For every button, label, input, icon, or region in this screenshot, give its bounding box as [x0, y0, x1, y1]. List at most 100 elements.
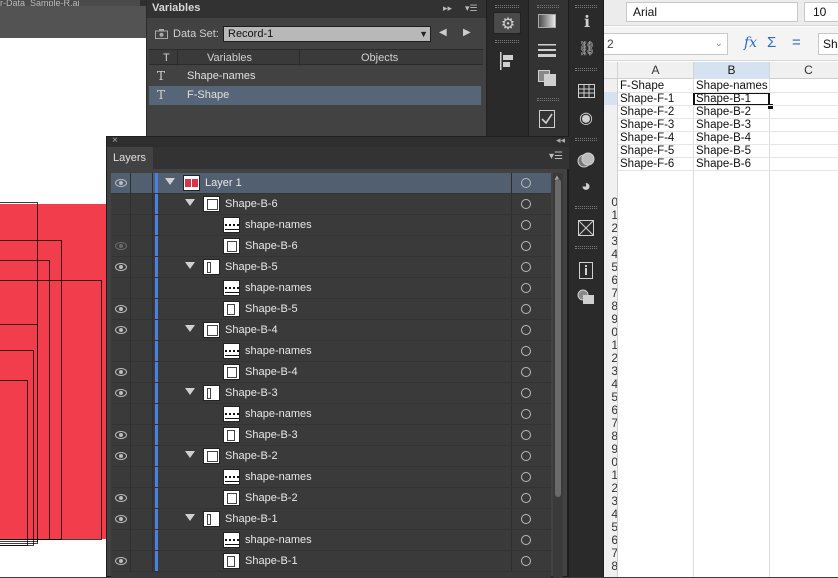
visibility-toggle[interactable]: [111, 299, 131, 319]
lock-toggle[interactable]: [131, 509, 153, 529]
target-circle-icon[interactable]: [521, 514, 531, 524]
visibility-toggle[interactable]: [111, 488, 131, 508]
expand-triangle-icon[interactable]: [165, 178, 175, 185]
visibility-toggle[interactable]: [111, 257, 131, 277]
target-circle-icon[interactable]: [521, 472, 531, 482]
equals-icon[interactable]: =: [792, 34, 801, 51]
formula-input[interactable]: Sh: [818, 33, 838, 55]
expand-triangle-icon[interactable]: [185, 514, 195, 521]
target-circle-icon[interactable]: [521, 346, 531, 356]
target-circle-icon[interactable]: [521, 535, 531, 545]
layers-scrollbar[interactable]: ▲: [553, 173, 563, 578]
checklist-icon[interactable]: [539, 110, 555, 128]
sublayer-row[interactable]: Shape-B-1: [111, 551, 551, 572]
lock-toggle[interactable]: [131, 173, 153, 193]
grip-handle[interactable]: [537, 5, 559, 8]
sublayer-row[interactable]: shape-names: [111, 215, 551, 236]
target-circle-icon[interactable]: [521, 367, 531, 377]
variables-title-bar[interactable]: Variables ▸▸ ▾☰: [147, 0, 487, 18]
pathfinder-icon[interactable]: [577, 152, 595, 168]
sublayer-row[interactable]: Shape-B-4: [111, 320, 551, 341]
font-size-field[interactable]: 10: [804, 2, 838, 22]
autosum-icon[interactable]: Σ: [767, 34, 776, 51]
target-circle-icon[interactable]: [521, 430, 531, 440]
visibility-toggle[interactable]: [111, 467, 131, 487]
tab-layers[interactable]: Layers: [107, 147, 153, 169]
expand-panel-icon[interactable]: ▸▸: [443, 3, 452, 14]
row-header[interactable]: [604, 157, 617, 170]
sublayer-row[interactable]: shape-names: [111, 530, 551, 551]
lock-toggle[interactable]: [131, 530, 153, 550]
visibility-toggle[interactable]: [111, 278, 131, 298]
appearance-icon[interactable]: ◉: [574, 108, 598, 128]
grip-handle[interactable]: [575, 5, 597, 8]
column-header-a[interactable]: A: [618, 62, 694, 79]
visibility-toggle[interactable]: [111, 425, 131, 445]
align-icon[interactable]: [499, 52, 515, 70]
row-header[interactable]: [604, 79, 617, 92]
grip-handle[interactable]: [575, 138, 597, 141]
target-circle-icon[interactable]: [521, 241, 531, 251]
sublayer-row[interactable]: Shape-B-5: [111, 257, 551, 278]
visibility-toggle[interactable]: [111, 509, 131, 529]
lock-toggle[interactable]: [131, 278, 153, 298]
sublayer-row[interactable]: Shape-B-5: [111, 299, 551, 320]
target-circle-icon[interactable]: [521, 451, 531, 461]
target-circle-icon[interactable]: [521, 556, 531, 566]
gradient-icon[interactable]: [538, 14, 556, 28]
target-circle-icon[interactable]: [521, 409, 531, 419]
column-header-c[interactable]: C: [770, 62, 838, 79]
expand-triangle-icon[interactable]: [185, 262, 195, 269]
lock-toggle[interactable]: [131, 236, 153, 256]
row-header[interactable]: [604, 170, 617, 183]
lock-toggle[interactable]: [131, 488, 153, 508]
panel-menu-icon[interactable]: ▾☰: [549, 151, 563, 162]
visibility-toggle[interactable]: [111, 404, 131, 424]
sublayer-row[interactable]: Shape-B-6: [111, 194, 551, 215]
visibility-toggle[interactable]: [111, 215, 131, 235]
lock-toggle[interactable]: [131, 257, 153, 277]
sublayer-row[interactable]: shape-names: [111, 278, 551, 299]
visibility-toggle[interactable]: [111, 362, 131, 382]
collapse-panel-icon[interactable]: ◂◂: [556, 135, 565, 146]
lock-toggle[interactable]: [131, 446, 153, 466]
expand-triangle-icon[interactable]: [185, 388, 195, 395]
document-info-icon[interactable]: [579, 262, 593, 279]
palette-icon[interactable]: ◕: [574, 178, 598, 196]
font-name-field[interactable]: Arial: [626, 2, 798, 22]
sublayer-row[interactable]: Shape-B-3: [111, 425, 551, 446]
artboard-icon[interactable]: [578, 220, 594, 236]
lock-toggle[interactable]: [131, 404, 153, 424]
expand-triangle-icon[interactable]: [185, 451, 195, 458]
info-icon[interactable]: ℹ: [575, 12, 599, 32]
link-icon[interactable]: ⛓: [575, 40, 599, 57]
lock-toggle[interactable]: [131, 320, 153, 340]
dataset-select[interactable]: Record-1 ▼: [223, 26, 431, 42]
insert-function-icon[interactable]: fx: [744, 35, 757, 51]
layer-row[interactable]: Layer 1: [111, 173, 551, 194]
visibility-toggle[interactable]: [111, 341, 131, 361]
visibility-toggle[interactable]: [111, 530, 131, 550]
grip-handle[interactable]: [495, 40, 519, 43]
grip-handle[interactable]: [575, 68, 597, 71]
table-grid-icon[interactable]: [578, 84, 595, 98]
target-circle-icon[interactable]: [521, 493, 531, 503]
target-circle-icon[interactable]: [521, 283, 531, 293]
sublayer-row[interactable]: Shape-B-2: [111, 446, 551, 467]
lock-toggle[interactable]: [131, 467, 153, 487]
sublayer-row[interactable]: Shape-B-6: [111, 236, 551, 257]
lock-toggle[interactable]: [131, 194, 153, 214]
layers-panel-topbar[interactable]: × ◂◂: [107, 135, 569, 147]
target-circle-icon[interactable]: [521, 304, 531, 314]
lock-toggle[interactable]: [131, 551, 153, 571]
lock-toggle[interactable]: [131, 341, 153, 361]
sublayer-row[interactable]: Shape-B-4: [111, 362, 551, 383]
target-circle-icon[interactable]: [521, 220, 531, 230]
visibility-toggle[interactable]: [111, 446, 131, 466]
transparency-icon[interactable]: [538, 70, 556, 86]
gear-button[interactable]: ⚙: [493, 12, 521, 34]
sublayer-row[interactable]: Shape-B-2: [111, 488, 551, 509]
panel-menu-icon[interactable]: ▾☰: [465, 3, 478, 14]
row-header[interactable]: [604, 105, 617, 118]
sublayer-row[interactable]: Shape-B-1: [111, 509, 551, 530]
